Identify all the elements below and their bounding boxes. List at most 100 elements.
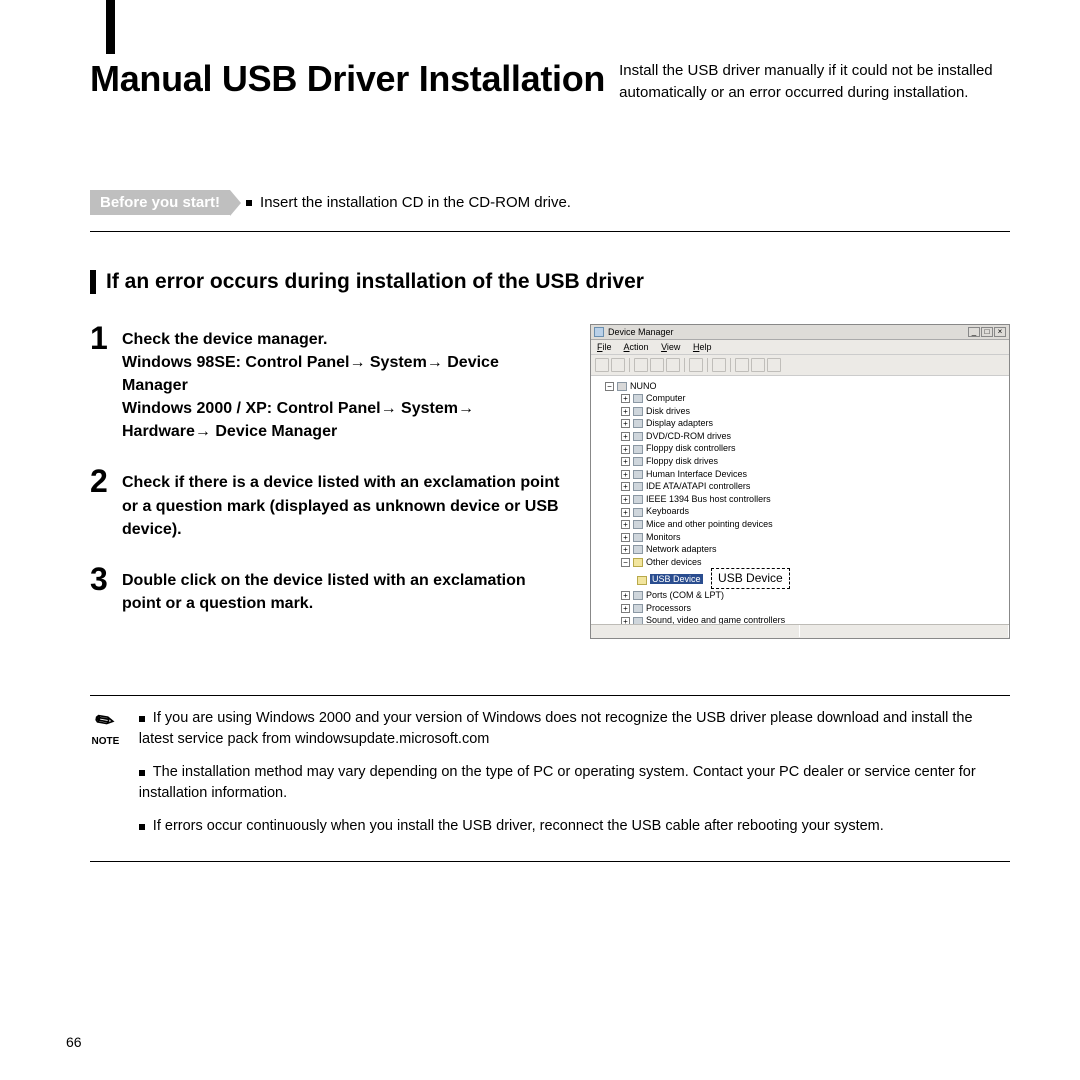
tree-node-label: Floppy disk drives	[646, 456, 718, 466]
maximize-icon[interactable]: □	[981, 327, 993, 337]
dm-app-icon	[594, 327, 604, 337]
tree-node[interactable]: +DVD/CD-ROM drives	[593, 430, 1007, 443]
usb-device-callout: USB Device	[711, 568, 790, 589]
tree-node-label: Human Interface Devices	[646, 469, 747, 479]
step-number: 3	[90, 565, 114, 615]
tree-node-label: IDE ATA/ATAPI controllers	[646, 481, 750, 491]
steps-row: 1 Check the device manager. Windows 98SE…	[90, 324, 1010, 640]
tree-node-label: Display adapters	[646, 418, 713, 428]
page-subtitle: Install the USB driver manually if it co…	[619, 58, 1010, 104]
before-text-content: Insert the installation CD in the CD-ROM…	[260, 194, 571, 211]
tree-node[interactable]: +Computer	[593, 392, 1007, 405]
tree-root[interactable]: −NUNO	[593, 380, 1007, 393]
tree-node[interactable]: +Monitors	[593, 531, 1007, 544]
section-heading: If an error occurs during installation o…	[90, 270, 1010, 294]
tree-node[interactable]: +Network adapters	[593, 543, 1007, 556]
minimize-icon[interactable]: _	[968, 327, 980, 337]
note-item: If errors occur continuously when you in…	[139, 816, 1010, 837]
tree-node[interactable]: +Mice and other pointing devices	[593, 518, 1007, 531]
dm-window-buttons: _ □ ×	[968, 327, 1006, 337]
tree-root-label: NUNO	[630, 381, 657, 391]
dm-toolbar	[591, 355, 1009, 376]
tree-node[interactable]: +IDE ATA/ATAPI controllers	[593, 480, 1007, 493]
menu-view[interactable]: View	[661, 342, 680, 352]
tree-node-label: Ports (COM & LPT)	[646, 590, 724, 600]
note-item: The installation method may vary dependi…	[139, 762, 1010, 804]
tree-node-label: Network adapters	[646, 544, 717, 554]
tree-node[interactable]: +Human Interface Devices	[593, 468, 1007, 481]
top-accent-bar	[106, 0, 115, 54]
page-number: 66	[66, 1034, 82, 1050]
dm-statusbar	[591, 624, 1009, 637]
toolbar-nic-icon[interactable]	[767, 358, 781, 372]
close-icon[interactable]: ×	[994, 327, 1006, 337]
step-body: Check if there is a device listed with a…	[122, 467, 566, 541]
steps-column: 1 Check the device manager. Windows 98SE…	[90, 324, 566, 640]
tree-node-label: Other devices	[646, 557, 702, 567]
toolbar-help-icon[interactable]	[689, 358, 703, 372]
toolbar-tree-icon[interactable]	[650, 358, 664, 372]
step-3: 3 Double click on the device listed with…	[90, 565, 566, 615]
tree-node-label: Processors	[646, 603, 691, 613]
note-item-text: If you are using Windows 2000 and your v…	[139, 710, 973, 747]
page-title: Manual USB Driver Installation	[90, 58, 605, 100]
tree-node[interactable]: +Display adapters	[593, 417, 1007, 430]
tree-node-other-devices[interactable]: −Other devices	[593, 556, 1007, 569]
note-item-text: If errors occur continuously when you in…	[153, 818, 884, 834]
tree-node-label-selected: USB Device	[650, 574, 703, 584]
before-you-start-block: Before you start! Insert the installatio…	[90, 190, 1010, 215]
menu-help[interactable]: Help	[693, 342, 712, 352]
device-manager-screenshot: Device Manager _ □ × File Action View He…	[590, 324, 1010, 640]
toolbar-forward-icon[interactable]	[611, 358, 625, 372]
tree-node-label: IEEE 1394 Bus host controllers	[646, 494, 771, 504]
dm-window-title: Device Manager	[608, 327, 674, 337]
tree-node[interactable]: +Processors	[593, 602, 1007, 615]
warning-icon	[637, 576, 647, 585]
note-label-text: NOTE	[92, 736, 120, 747]
tree-node-label: Floppy disk controllers	[646, 443, 736, 453]
bullet-icon	[139, 716, 145, 722]
toolbar-back-icon[interactable]	[595, 358, 609, 372]
note-list: If you are using Windows 2000 and your v…	[139, 708, 1010, 849]
tree-node-usb-device[interactable]: USB Device USB Device	[593, 568, 1007, 589]
step-1: 1 Check the device manager. Windows 98SE…	[90, 324, 566, 444]
bullet-icon	[139, 824, 145, 830]
before-you-start-badge: Before you start!	[90, 190, 230, 215]
tree-node-label: Computer	[646, 393, 686, 403]
tree-node-label: Mice and other pointing devices	[646, 519, 773, 529]
heading-accent-bar	[90, 270, 96, 294]
pencil-icon: ✎	[90, 705, 120, 737]
step-number: 2	[90, 467, 114, 541]
note-label: ✎ NOTE	[90, 708, 121, 849]
tree-node[interactable]: +Ports (COM & LPT)	[593, 589, 1007, 602]
step-number: 1	[90, 324, 114, 444]
toolbar-uninstall-icon[interactable]	[751, 358, 765, 372]
menu-file[interactable]: File	[597, 342, 612, 352]
section-heading-text: If an error occurs during installation o…	[106, 270, 644, 294]
before-you-start-text: Insert the installation CD in the CD-ROM…	[246, 194, 571, 211]
toolbar-print-icon[interactable]	[666, 358, 680, 372]
tree-node-label: Keyboards	[646, 506, 689, 516]
tree-node-label: Disk drives	[646, 406, 690, 416]
tree-node[interactable]: +Disk drives	[593, 405, 1007, 418]
toolbar-update-icon[interactable]	[712, 358, 726, 372]
tree-node[interactable]: +Floppy disk controllers	[593, 442, 1007, 455]
dm-menubar: File Action View Help	[591, 340, 1009, 355]
toolbar-scan-icon[interactable]	[735, 358, 749, 372]
dm-titlebar: Device Manager _ □ ×	[591, 325, 1009, 340]
note-item-text: The installation method may vary dependi…	[139, 764, 976, 801]
tree-node[interactable]: +Keyboards	[593, 505, 1007, 518]
note-block: ✎ NOTE If you are using Windows 2000 and…	[90, 695, 1010, 862]
step-2: 2 Check if there is a device listed with…	[90, 467, 566, 541]
bullet-icon	[246, 200, 252, 206]
step-body: Check the device manager. Windows 98SE: …	[122, 324, 566, 444]
toolbar-properties-icon[interactable]	[634, 358, 648, 372]
tree-node[interactable]: +Sound, video and game controllers	[593, 614, 1007, 623]
divider	[90, 231, 1010, 232]
tree-node[interactable]: +IEEE 1394 Bus host controllers	[593, 493, 1007, 506]
menu-action[interactable]: Action	[624, 342, 649, 352]
page-header: Manual USB Driver Installation Install t…	[90, 58, 1010, 104]
tree-node[interactable]: +Floppy disk drives	[593, 455, 1007, 468]
tree-node-label: Sound, video and game controllers	[646, 615, 785, 623]
bullet-icon	[139, 770, 145, 776]
